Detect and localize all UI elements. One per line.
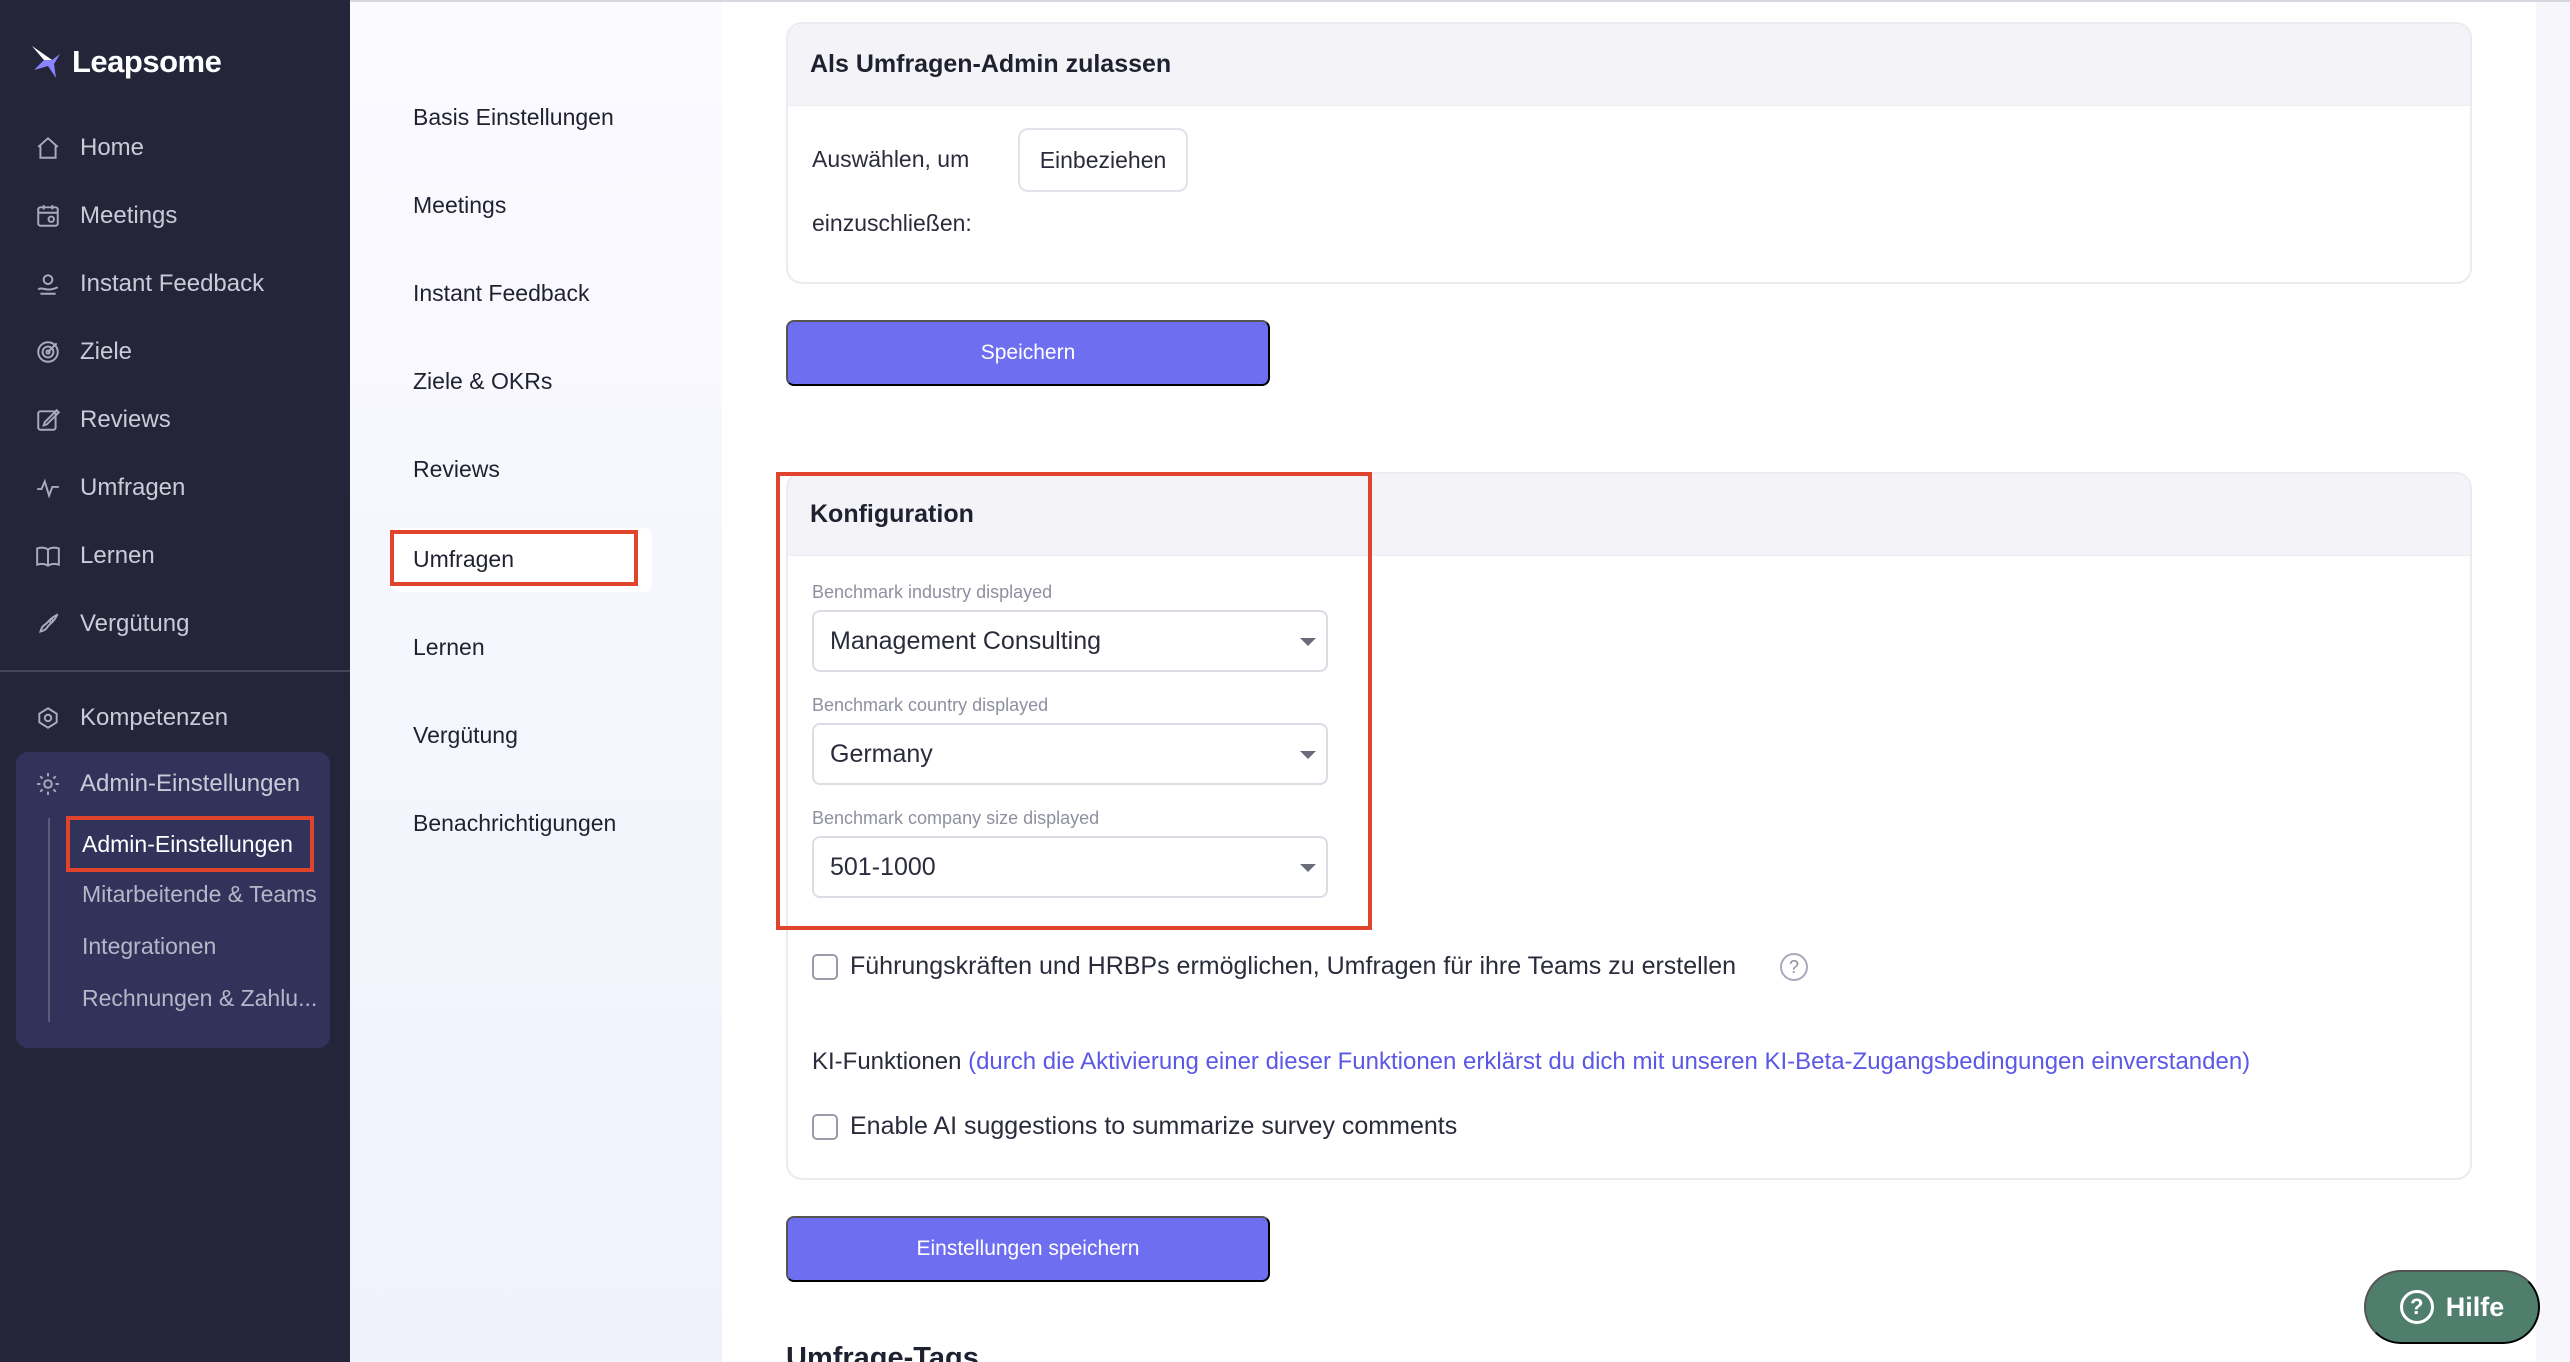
page-gutter <box>2536 2 2570 1362</box>
ki-features-title: KI-Funktionen <box>812 1048 962 1075</box>
sidebar-item-home[interactable]: Home <box>34 128 144 168</box>
home-icon <box>34 134 62 162</box>
help-button-label: Hilfe <box>2445 1291 2505 1322</box>
settings-menu-item-verguetung[interactable]: Vergütung <box>413 720 518 750</box>
sidebar-item-label: Vergütung <box>80 610 190 637</box>
sidebar-subitem-employees-teams[interactable]: Mitarbeitende & Teams <box>82 876 317 912</box>
settings-menu-item-ziele-okrs[interactable]: Ziele & OKRs <box>413 366 552 396</box>
sidebar-item-lernen[interactable]: Lernen <box>34 536 155 576</box>
help-icon: ? <box>2399 1290 2434 1324</box>
sidebar-item-umfragen[interactable]: Umfragen <box>34 468 185 508</box>
sidebar-item-label: Reviews <box>80 406 171 433</box>
survey-tags-heading: Umfrage-Tags <box>786 1342 979 1362</box>
sidebar-subitem-billing[interactable]: Rechnungen & Zahlu... <box>82 980 322 1016</box>
target-icon <box>34 338 62 366</box>
book-icon <box>34 542 62 570</box>
main-sidebar: Leapsome Home Meetings Instant Feedback … <box>0 0 350 1362</box>
settings-menu <box>350 2 722 1362</box>
select-label-line2: einzuschließen: <box>812 210 972 236</box>
survey-admin-card-title: Als Umfragen-Admin zulassen <box>788 24 2470 106</box>
help-button[interactable]: ? Hilfe <box>2364 1270 2540 1344</box>
sidebar-item-kompetenzen[interactable]: Kompetenzen <box>34 698 228 738</box>
pulse-icon <box>34 474 62 502</box>
include-button[interactable]: Einbeziehen <box>1018 128 1188 192</box>
ki-features-heading: KI-Funktionen (durch die Aktivierung ein… <box>812 1048 2250 1076</box>
highlight-box-admin-settings <box>66 816 314 872</box>
sidebar-item-label: Meetings <box>80 202 178 229</box>
highlight-box-umfragen <box>390 530 638 586</box>
sidebar-item-label: Instant Feedback <box>80 270 265 297</box>
sidebar-item-reviews[interactable]: Reviews <box>34 400 171 440</box>
leapsome-logo-icon <box>32 46 60 78</box>
sidebar-item-label: Ziele <box>80 338 133 365</box>
brand-logo[interactable]: Leapsome <box>30 40 222 84</box>
highlight-box-configuration <box>776 472 1372 930</box>
sidebar-item-admin-settings[interactable]: Admin-Einstellungen <box>34 764 300 804</box>
brand-name: Leapsome <box>72 44 222 79</box>
ai-suggestions-checkbox[interactable] <box>812 1114 838 1140</box>
settings-menu-item-basis[interactable]: Basis Einstellungen <box>413 102 614 132</box>
feedback-icon <box>34 270 62 298</box>
select-label-line1: Auswählen, um <box>812 146 970 172</box>
managers-surveys-label: Führungskräften und HRBPs ermöglichen, U… <box>850 952 1737 980</box>
sidebar-item-label: Lernen <box>80 542 155 569</box>
save-settings-button[interactable]: Einstellungen speichern <box>786 1216 1270 1282</box>
sidebar-item-label: Home <box>80 134 145 161</box>
edit-icon <box>34 406 62 434</box>
sidebar-item-ziele[interactable]: Ziele <box>34 332 132 372</box>
settings-menu-item-reviews[interactable]: Reviews <box>413 454 500 484</box>
save-button[interactable]: Speichern <box>786 320 1270 386</box>
help-tooltip-icon[interactable]: ? <box>1780 953 1808 981</box>
network-icon <box>34 704 62 732</box>
settings-menu-item-notifications[interactable]: Benachrichtigungen <box>413 808 616 838</box>
gear-icon <box>34 770 62 798</box>
meetings-icon <box>34 202 62 230</box>
sidebar-item-label: Admin-Einstellungen <box>80 770 301 797</box>
ai-suggestions-label: Enable AI suggestions to summarize surve… <box>850 1112 1458 1140</box>
settings-menu-item-meetings[interactable]: Meetings <box>413 190 506 220</box>
sidebar-item-verguetung[interactable]: Vergütung <box>34 604 189 644</box>
sidebar-item-instant-feedback[interactable]: Instant Feedback <box>34 264 264 304</box>
sidebar-subitem-integrations[interactable]: Integrationen <box>82 928 216 964</box>
settings-menu-item-instant-feedback[interactable]: Instant Feedback <box>413 278 589 308</box>
rocket-icon <box>34 610 62 638</box>
sidebar-divider <box>0 670 350 672</box>
managers-surveys-checkbox[interactable] <box>812 954 838 980</box>
sidebar-item-label: Umfragen <box>80 474 186 501</box>
sidebar-item-label: Kompetenzen <box>80 704 229 731</box>
ki-terms-link[interactable]: (durch die Aktivierung einer dieser Funk… <box>968 1048 2250 1075</box>
settings-menu-item-lernen[interactable]: Lernen <box>413 632 485 662</box>
sidebar-item-meetings[interactable]: Meetings <box>34 196 177 236</box>
submenu-guide-line <box>48 818 50 1022</box>
